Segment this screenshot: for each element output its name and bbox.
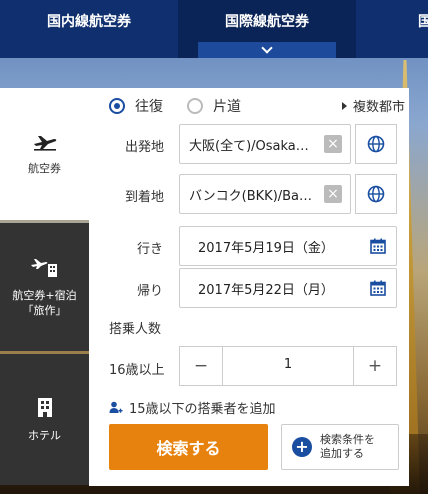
sidebar-label-flights: 航空券	[28, 161, 61, 175]
increment-button[interactable]: +	[353, 347, 396, 385]
destination-globe-button[interactable]	[355, 174, 397, 214]
passengers-heading: 搭乗人数	[109, 322, 162, 337]
return-label: 帰り	[137, 284, 164, 299]
add-child-passenger-link[interactable]: 15歳以下の搭乗者を追加	[109, 398, 276, 417]
adult-quantity-stepper: − 1 +	[179, 346, 397, 386]
hotel-icon	[37, 398, 52, 417]
adult-count-value: 1	[283, 357, 293, 372]
tab-partial-label: 国	[418, 14, 428, 30]
return-date-field[interactable]: 2017年5月22日（月）	[179, 268, 397, 308]
return-date-value: 2017年5月22日（月）	[198, 283, 334, 298]
plane-hotel-icon	[30, 259, 57, 277]
decrement-button[interactable]: −	[180, 347, 223, 385]
destination-clear-icon[interactable]: ×	[324, 185, 342, 203]
tab-domestic-label: 国内線航空券	[47, 14, 131, 30]
destination-value: バンコク(BKK)/Ba…	[189, 189, 313, 204]
plus-circle-icon: +	[292, 437, 312, 457]
search-button[interactable]: 検索する	[109, 424, 268, 470]
sidebar-item-hotel[interactable]: ホテル	[0, 354, 89, 485]
add-child-label: 15歳以下の搭乗者を追加	[129, 402, 276, 417]
tab-international-label: 国際線航空券	[225, 14, 309, 30]
radio-one-way-label: 片道	[213, 99, 241, 115]
globe-icon	[367, 135, 385, 153]
outbound-label: 行き	[137, 242, 164, 257]
multi-city-link[interactable]: 複数都市	[341, 96, 405, 115]
calendar-icon[interactable]	[370, 280, 386, 296]
origin-clear-icon[interactable]: ×	[324, 135, 342, 153]
destination-label: 到着地	[125, 190, 165, 205]
calendar-icon[interactable]	[370, 238, 386, 254]
triangle-right-icon	[341, 101, 347, 110]
radio-round-trip-label: 往復	[135, 99, 163, 115]
product-sidebar: 航空券 航空券+宿泊 「旅作」 ホテル	[0, 88, 89, 485]
sidebar-item-flights[interactable]: 航空券	[0, 88, 89, 220]
origin-label: 出発地	[125, 140, 165, 155]
tab-dropdown-toggle[interactable]	[198, 42, 336, 58]
origin-globe-button[interactable]	[355, 124, 397, 164]
radio-one-way[interactable]: 片道	[187, 96, 241, 116]
outbound-date-field[interactable]: 2017年5月19日（金）	[179, 226, 397, 266]
radio-round-trip[interactable]: 往復	[109, 96, 163, 116]
top-tab-bar: 国内線航空券 国際線航空券 国	[0, 0, 428, 58]
airplane-icon	[33, 135, 56, 151]
add-conditions-line1: 検索条件を	[320, 433, 375, 446]
origin-value: 大阪(全て)/Osaka…	[189, 139, 309, 154]
chevron-down-icon	[261, 42, 273, 54]
add-conditions-label: 検索条件を 追加する	[320, 433, 375, 461]
origin-field[interactable]: 大阪(全て)/Osaka… ×	[179, 124, 351, 164]
tab-more-partial[interactable]: 国	[356, 0, 428, 58]
radio-selected-icon	[109, 98, 125, 114]
sidebar-label-flight-hotel-2: 「旅作」	[22, 304, 67, 317]
outbound-date-value: 2017年5月19日（金）	[198, 241, 334, 256]
sidebar-label-hotel: ホテル	[28, 429, 61, 442]
tab-domestic-flights[interactable]: 国内線航空券	[0, 0, 178, 58]
sidebar-item-flight-hotel[interactable]: 航空券+宿泊 「旅作」	[0, 223, 89, 351]
radio-unselected-icon	[187, 98, 203, 114]
multi-city-label: 複数都市	[352, 100, 405, 115]
adult-age-label: 16歳以上	[109, 363, 165, 378]
destination-field[interactable]: バンコク(BKK)/Ba… ×	[179, 174, 351, 214]
sidebar-label-flight-hotel-1: 航空券+宿泊	[12, 289, 77, 302]
tab-international-flights[interactable]: 国際線航空券	[178, 0, 356, 58]
globe-icon	[367, 185, 385, 203]
flight-search-panel: 往復 片道 複数都市 出発地 大阪(全て)/Osaka… × 到着地 バンコク(…	[89, 88, 409, 486]
add-person-icon	[109, 401, 123, 413]
add-conditions-line2: 追加する	[320, 447, 364, 460]
add-conditions-button[interactable]: + 検索条件を 追加する	[281, 424, 399, 470]
